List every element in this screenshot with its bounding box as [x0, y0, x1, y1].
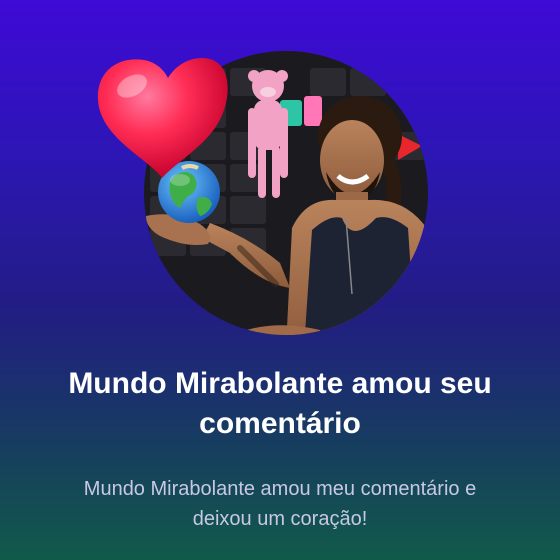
notification-subtitle: Mundo Mirabolante amou meu comentário e …: [83, 478, 477, 530]
notification-title: Mundo Mirabolante amou seu comentário: [68, 367, 492, 440]
notification-illustration: [97, 51, 428, 335]
